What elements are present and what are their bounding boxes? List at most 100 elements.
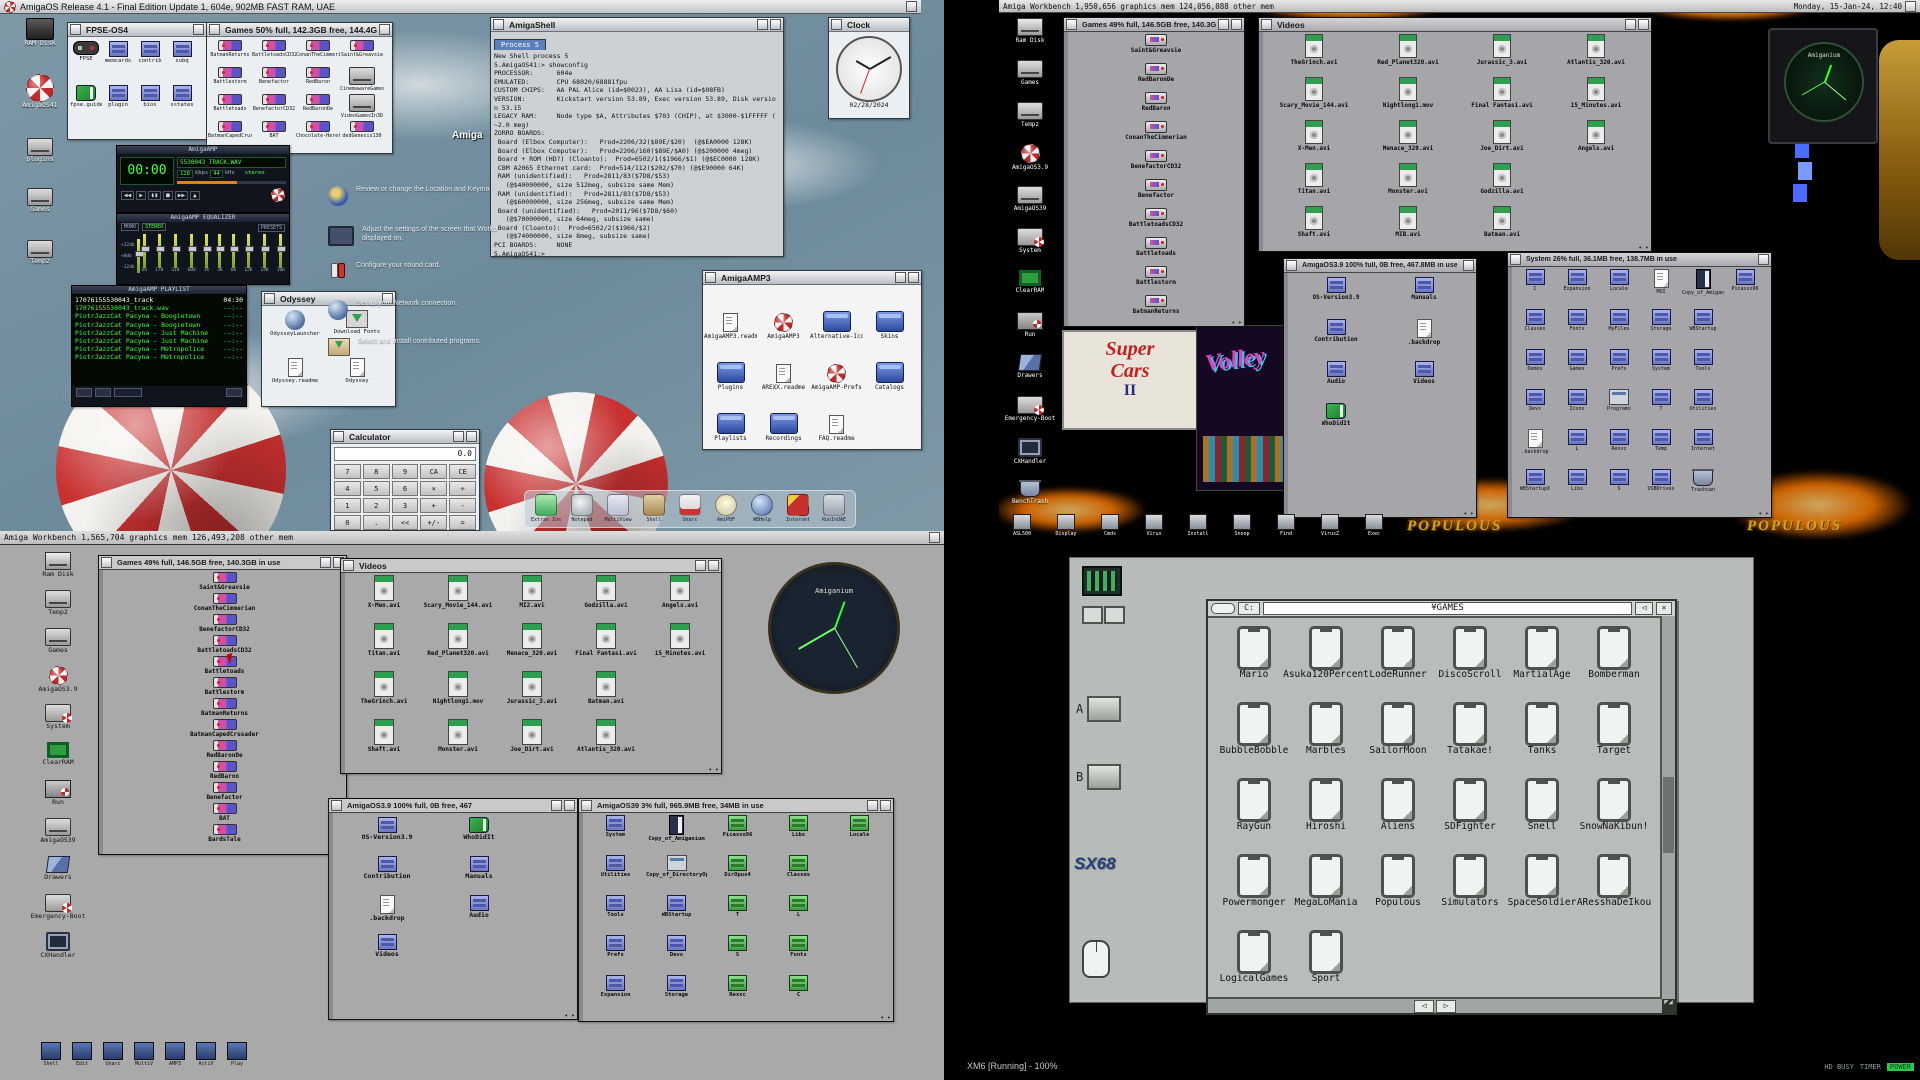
iconify-icon[interactable] [757,19,768,30]
depth-icon[interactable] [1463,260,1474,271]
calc-key[interactable]: << [392,515,419,530]
drawer-icon[interactable]: MyFiles [1598,309,1640,349]
drawer-icon[interactable]: Expansion [1556,269,1598,309]
depth-icon[interactable] [379,24,390,35]
dock-item[interactable]: Play [224,1042,250,1068]
eq-band-slider[interactable] [174,234,177,268]
drawer-icon[interactable]: WBStartup [1682,309,1724,349]
drawer-icon[interactable]: Prefs [585,935,646,975]
playlist-titlebar[interactable]: AmigaAMP PLAYLIST [72,286,246,294]
file-icon[interactable]: AmigaAMP3.readme [704,289,757,340]
drawer-icon[interactable]: OS-Version3.9 [1292,277,1380,319]
drawer-icon[interactable]: WhoDidIt [1292,403,1380,445]
drawer-icon[interactable]: Libs [768,815,829,855]
system-titlebar[interactable]: System 26% full, 36.1MB free, 138.7MB in… [1508,253,1771,267]
eq-stereo-button[interactable]: STEREO [142,223,166,231]
x68-file-icon[interactable]: SDFighter [1434,778,1506,854]
game-icon[interactable]: Benefactor [252,67,296,94]
file-icon[interactable]: contrib [134,41,166,85]
dock-item[interactable]: Extras Install [531,494,561,524]
eq-mono-button[interactable]: MONO [121,223,139,231]
drawer-icon[interactable]: WBStartup [646,895,707,935]
file-icon[interactable]: AREXX.readme [757,340,810,391]
game-icon[interactable]: BenefactorCD32 [103,614,346,635]
depth-icon[interactable] [770,19,781,30]
dock-item[interactable]: WBHelp [747,494,777,524]
close-icon[interactable] [333,431,344,442]
amp-play-button[interactable]: ▶ [136,191,146,200]
video-file-icon[interactable]: Angels.avi [643,575,717,623]
x68-titlebar[interactable]: C: ¥GAMES ◁ ✕ [1208,601,1675,618]
playlist-entry[interactable]: PiotrJazzCat Pacyna - Just Machine --:-- [75,329,243,337]
sidebar-volume[interactable]: AmigaOS3.9 [1002,144,1058,171]
drawer-icon[interactable]: Audio [433,895,525,934]
x68-drive-a[interactable]: A [1076,696,1121,722]
game-icon[interactable]: BatmanCapedCrusader [103,719,346,740]
drawer-icon[interactable]: Tools [585,895,646,935]
sidebar-volume[interactable]: CXHandler [28,932,88,959]
game-icon[interactable]: VideoGamesIn3D [340,94,384,121]
scroll-left-icon[interactable]: ◁ [1414,1000,1434,1013]
back-arrow-icon[interactable]: ◁ [1635,602,1653,615]
shell-titlebar[interactable]: AmigaShell [491,18,783,32]
eq-band-slider[interactable] [143,234,146,268]
calc-key[interactable]: CE [449,464,476,479]
drawer-icon[interactable]: Classes [1514,309,1556,349]
file-icon[interactable]: plugin [102,85,134,129]
drawer-icon[interactable]: Copy_of_Amiganium [646,815,707,855]
firststeps-item[interactable]: Review or change the Location and Keyma [328,186,518,206]
drawer-icon[interactable]: Demos [1514,349,1556,389]
drawer-icon[interactable]: Locale [1598,269,1640,309]
zoom-icon[interactable] [695,560,706,571]
video-file-icon[interactable]: MIB.avi [1361,206,1455,249]
drawer-icon[interactable]: MUI [1640,269,1682,309]
amp-seek-slider[interactable] [177,181,286,184]
screen-titlebar[interactable]: Amiga Workbench 1,565,704 graphics mem 1… [0,531,944,545]
calc-titlebar[interactable]: Calculator [331,430,479,444]
close-icon[interactable] [705,272,716,283]
os39-titlebar[interactable]: AmigaOS3.9 100% full, 0B free, 467.8MB i… [1284,259,1476,273]
close-icon[interactable] [264,293,275,304]
amp-stop-button[interactable]: ■ [163,191,173,200]
file-icon[interactable]: FAQ.readme [810,391,863,442]
sidebar-volume[interactable]: System [1002,228,1058,254]
video-file-icon[interactable]: 15_Minutes.avi [1549,77,1643,120]
dock-item[interactable]: RunInUAE [819,494,849,524]
sidebar-volume[interactable]: Emergency-Boot [1002,396,1058,422]
depth-icon[interactable] [708,560,719,571]
sidebar-volume[interactable]: ClearRAM [1002,270,1058,294]
drawer-icon[interactable]: .backdrop [1380,319,1468,361]
drawer-icon[interactable]: Temp [1640,429,1682,469]
sidebar-volume[interactable]: Ram Disk [1002,18,1058,44]
x68-file-icon[interactable]: Hiroshi [1290,778,1362,854]
file-icon[interactable]: bios [134,85,166,129]
os39b-titlebar[interactable]: AmigaOS39 3% full, 965.9MB free, 34MB in… [579,799,893,813]
close-icon[interactable] [1261,19,1272,30]
calc-key[interactable]: ÷ [449,481,476,496]
playlist-misc-button[interactable] [114,388,142,397]
file-icon[interactable]: fpse.guide [70,85,102,129]
zoom-icon[interactable] [1218,19,1229,30]
playlist-entry[interactable]: PiotrJazzCat Pacyna - Metropolice --:-- [75,353,243,361]
drawer-icon[interactable]: Copy_of_DirectoryOpus [646,855,707,895]
depth-icon[interactable] [1638,19,1649,30]
video-file-icon[interactable]: Menace_320.avi [495,623,569,671]
drawer-icon[interactable]: C [1514,269,1556,309]
x68-file-icon[interactable]: AResshaDeIkou [1578,854,1650,930]
file-icon[interactable]: subq [166,41,198,85]
eq-band-slider[interactable] [158,234,161,268]
calc-key[interactable]: 1 [334,498,361,513]
game-icon[interactable]: dedGenesis130 [340,121,384,148]
amp-next-button[interactable]: ▶▶ [175,191,188,200]
sidebar-item-amigaos41[interactable]: AmigaOS41 [14,74,66,109]
video-file-icon[interactable]: X-Men.avi [1267,120,1361,163]
video-file-icon[interactable]: Godzilla.avi [1455,163,1549,206]
drawer-icon[interactable]: Utilities [585,855,646,895]
game-icon[interactable]: BenefactorCD32 [252,94,296,121]
video-file-icon[interactable]: Nightlong1.mov [1361,77,1455,120]
vertical-scrollbar[interactable] [1660,616,1675,999]
dock-item[interactable]: Virus [1134,514,1174,538]
x68-file-icon[interactable]: Marbles [1290,702,1362,778]
x68-file-icon[interactable]: SpaceSoldier [1506,854,1578,930]
game-icon[interactable]: RedBaronDe [296,94,340,121]
